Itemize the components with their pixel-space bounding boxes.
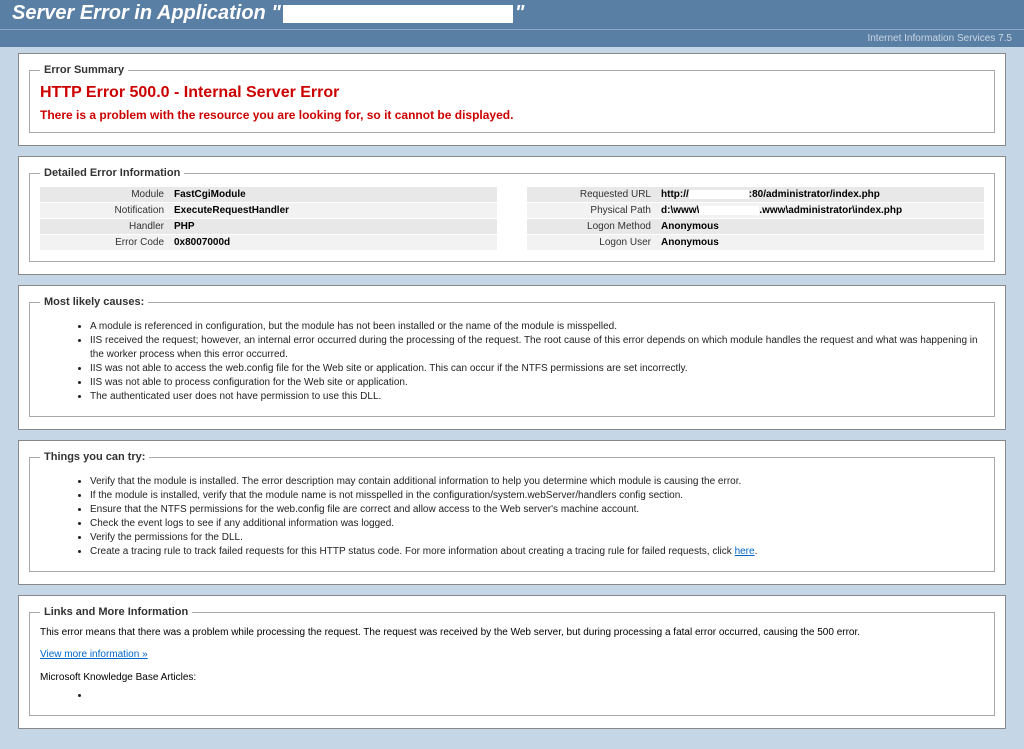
cause-item: IIS was not able to process configuratio…: [90, 376, 984, 390]
row-physical-path: Physical Path d:\www\ .www\administrator\…: [527, 203, 984, 218]
requrl-suffix: :80/administrator/index.php: [749, 189, 880, 200]
try-item: Verify the permissions for the DLL.: [90, 531, 984, 545]
detail-grid: Module FastCgiModule Notification Execut…: [40, 187, 984, 251]
error-summary-panel: Error Summary HTTP Error 500.0 - Interna…: [18, 53, 1006, 146]
cause-item: The authenticated user does not have per…: [90, 390, 984, 404]
label-errorcode: Error Code: [40, 235, 170, 250]
row-requested-url: Requested URL http:// :80/administrator/i…: [527, 187, 984, 202]
causes-fieldset: Most likely causes: A module is referenc…: [29, 296, 995, 417]
label-logon-user: Logon User: [527, 235, 657, 250]
value-logon-user: Anonymous: [657, 235, 984, 250]
try-panel: Things you can try: Verify that the modu…: [18, 440, 1006, 585]
requrl-masked: [689, 190, 749, 199]
try-fieldset: Things you can try: Verify that the modu…: [29, 451, 995, 572]
row-errorcode: Error Code 0x8007000d: [40, 235, 497, 250]
view-more-link[interactable]: View more information »: [40, 649, 148, 660]
detail-col-left: Module FastCgiModule Notification Execut…: [40, 187, 497, 251]
app-name-masked: [283, 5, 513, 23]
subheader: Internet Information Services 7.5: [0, 29, 1024, 47]
value-requested-url: http:// :80/administrator/index.php: [657, 187, 984, 202]
causes-panel: Most likely causes: A module is referenc…: [18, 285, 1006, 430]
cause-item: IIS received the request; however, an in…: [90, 334, 984, 362]
detail-col-right: Requested URL http:// :80/administrator/i…: [527, 187, 984, 251]
links-panel: Links and More Information This error me…: [18, 595, 1006, 729]
label-handler: Handler: [40, 219, 170, 234]
try-item: Verify that the module is installed. The…: [90, 475, 984, 489]
page-header: Server Error in Application " ": [0, 0, 1024, 29]
try-list: Verify that the module is installed. The…: [90, 475, 984, 559]
error-summary-fieldset: Error Summary HTTP Error 500.0 - Interna…: [29, 64, 995, 133]
error-subtitle: There is a problem with the resource you…: [40, 108, 984, 122]
links-legend: Links and More Information: [40, 606, 192, 618]
physpath-suffix: .www\administrator\index.php: [759, 205, 902, 216]
try-last-prefix: Create a tracing rule to track failed re…: [90, 546, 735, 557]
cause-item: A module is referenced in configuration,…: [90, 320, 984, 334]
label-notification: Notification: [40, 203, 170, 218]
value-physical-path: d:\www\ .www\administrator\index.php: [657, 203, 984, 218]
label-module: Module: [40, 187, 170, 202]
label-physical-path: Physical Path: [527, 203, 657, 218]
value-errorcode: 0x8007000d: [170, 235, 497, 250]
detailed-info-fieldset: Detailed Error Information Module FastCg…: [29, 167, 995, 262]
try-item: Ensure that the NTFS permissions for the…: [90, 503, 984, 517]
value-logon-method: Anonymous: [657, 219, 984, 234]
error-title: HTTP Error 500.0 - Internal Server Error: [40, 84, 984, 102]
causes-legend: Most likely causes:: [40, 296, 148, 308]
kb-list: [90, 689, 984, 703]
tracing-help-link[interactable]: here: [735, 546, 755, 557]
header-title-suffix: ": [515, 2, 524, 24]
try-legend: Things you can try:: [40, 451, 149, 463]
physpath-prefix: d:\www\: [661, 205, 699, 216]
row-notification: Notification ExecuteRequestHandler: [40, 203, 497, 218]
try-last-suffix: .: [755, 546, 758, 557]
row-handler: Handler PHP: [40, 219, 497, 234]
cause-item: IIS was not able to access the web.confi…: [90, 362, 984, 376]
causes-list: A module is referenced in configuration,…: [90, 320, 984, 404]
label-requested-url: Requested URL: [527, 187, 657, 202]
detailed-info-panel: Detailed Error Information Module FastCg…: [18, 156, 1006, 275]
value-handler: PHP: [170, 219, 497, 234]
row-logon-method: Logon Method Anonymous: [527, 219, 984, 234]
kb-item-empty: [90, 689, 984, 703]
error-summary-legend: Error Summary: [40, 64, 128, 76]
value-module: FastCgiModule: [170, 187, 497, 202]
label-logon-method: Logon Method: [527, 219, 657, 234]
iis-version-label: Internet Information Services 7.5: [867, 33, 1012, 44]
physpath-masked: [699, 206, 759, 215]
links-fieldset: Links and More Information This error me…: [29, 606, 995, 716]
header-title: Server Error in Application " ": [12, 2, 1012, 25]
value-notification: ExecuteRequestHandler: [170, 203, 497, 218]
try-item-last: Create a tracing rule to track failed re…: [90, 545, 984, 559]
requrl-prefix: http://: [661, 189, 689, 200]
kb-label: Microsoft Knowledge Base Articles:: [40, 670, 984, 685]
row-logon-user: Logon User Anonymous: [527, 235, 984, 250]
links-info-text: This error means that there was a proble…: [40, 626, 984, 640]
try-item: If the module is installed, verify that …: [90, 489, 984, 503]
content-area: Error Summary HTTP Error 500.0 - Interna…: [0, 47, 1024, 749]
try-item: Check the event logs to see if any addit…: [90, 517, 984, 531]
row-module: Module FastCgiModule: [40, 187, 497, 202]
detailed-info-legend: Detailed Error Information: [40, 167, 184, 179]
header-title-prefix: Server Error in Application ": [12, 2, 281, 24]
